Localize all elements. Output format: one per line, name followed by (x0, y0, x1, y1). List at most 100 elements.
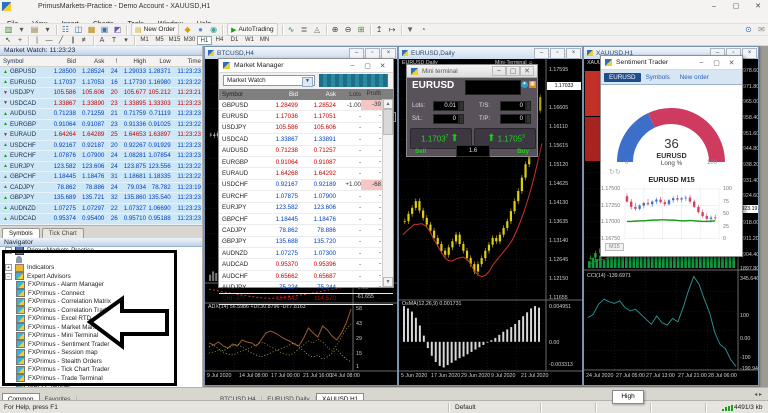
autotrading-button[interactable]: ▶AutoTrading (227, 23, 278, 36)
fibonacci-icon[interactable]: ≢ (79, 36, 91, 45)
mini-terminal-dialog[interactable]: Mini terminal –▢✕ EURUSD ✦ ▦ Lots:0.01T/… (406, 64, 538, 157)
indicator-list-icon[interactable]: ≣ (298, 24, 311, 35)
column-header-lots[interactable]: Lots (339, 91, 361, 98)
dialog-maximize-button[interactable]: ▢ (360, 62, 375, 70)
table-row-usdjpy[interactable]: USDJPY105.586105.606-- (219, 123, 393, 134)
table-row-audcad[interactable]: AUDCAD0.953700.95396-- (219, 259, 393, 270)
community-icon[interactable]: ● (194, 24, 207, 35)
table-row-usdchf[interactable]: ▲USDCHF0.921670.92187200.922670.9192911:… (0, 141, 202, 152)
navigator-item-account-server[interactable]: −PrimusMarkets-Practice (0, 247, 202, 256)
table-row-cadjpy[interactable]: ▲CADJPY78.86278.8862479.03478.78211:23:1… (0, 183, 202, 194)
table-row-eurusd[interactable]: ▲EURUSD1.170371.17053161.177301.1698011:… (0, 78, 202, 89)
scrollbar-thumb[interactable] (383, 109, 393, 135)
zoom-in-icon[interactable]: ⊕ (329, 24, 342, 35)
dialog-close-button[interactable]: ✕ (520, 66, 534, 76)
quantity-stepper[interactable] (526, 114, 531, 124)
objects-icon[interactable]: ◬ (311, 24, 324, 35)
market-manager-dialog[interactable]: Market Manager –▢✕ Market Watch ▼ Symbol… (218, 58, 394, 288)
column-header-ask[interactable]: Ask (301, 91, 339, 98)
field-input-lots[interactable]: 0.01 (433, 101, 459, 111)
navigator-item-fxprimus-correlation-matrix[interactable]: FXPrimus - Correlation Matrix (0, 298, 202, 307)
profiles-dropdown-icon[interactable]: ▾ (41, 24, 54, 35)
field-input-ts[interactable]: 0 (500, 101, 526, 111)
navigator-item-fxprimus-session-map[interactable]: FXPrimus - Session map (0, 349, 202, 358)
quantity-stepper[interactable] (459, 114, 464, 124)
tab-symbols[interactable]: Symbols (2, 228, 40, 238)
table-row-audnzd[interactable]: ▲AUDNZD1.072751.07297221.073271.0669011:… (0, 204, 202, 215)
mini-terminal-titlebar[interactable]: Mini terminal –▢✕ (407, 65, 537, 78)
table-row-eurgbp[interactable]: EURGBP0.910640.91087-- (219, 157, 393, 168)
column-header-bid[interactable]: Bid (48, 58, 76, 65)
navigator-item-fxprimus-tick-chart-trader[interactable]: FXPrimus - Tick Chart Trader (0, 366, 202, 375)
collapse-icon[interactable]: − (5, 247, 12, 254)
horizontal-line-icon[interactable]: — (43, 36, 55, 45)
navigator-item-fxprimus-stealth-orders[interactable]: FXPrimus - Stealth Orders (0, 357, 202, 366)
market-icon[interactable]: ◉ (207, 24, 220, 35)
child-restore-button[interactable]: ▫ (550, 48, 565, 59)
table-row-gbpchf[interactable]: GBPCHF1.184451.18476-- (219, 214, 393, 225)
label-icon[interactable]: T (108, 36, 120, 45)
field-input-tp[interactable]: 0 (500, 114, 526, 124)
table-row-euraud[interactable]: EURAUD1.642681.64292-- (219, 168, 393, 179)
table-row-audjpy[interactable]: AUDJPY75.22475.244-- (219, 282, 393, 293)
chart-shift-icon[interactable]: ↦ (386, 24, 399, 35)
chat-icon[interactable]: ✉ (755, 24, 768, 35)
scroll-down-icon[interactable]: ▼ (383, 277, 393, 287)
table-row-gbpjpy[interactable]: GBPJPY135.688135.720-- (219, 237, 393, 248)
child-close-button[interactable]: × (742, 48, 757, 59)
data-window-icon[interactable]: ◫ (72, 24, 85, 35)
navigator-item-indicators[interactable]: +Indicators (0, 264, 202, 273)
navigator-item-fxprimus-correlation-trader[interactable]: FXPrimus - Correlation Trader (0, 306, 202, 315)
column-header-spread[interactable]: ! (104, 58, 117, 65)
table-row-chfjpy[interactable]: CHFJPY114.543114.570-- (219, 294, 393, 305)
minimize-button[interactable]: – (704, 1, 724, 12)
column-header-symbol[interactable]: Symbol (219, 91, 263, 98)
gear-icon[interactable]: ✦ (521, 81, 528, 88)
table-row-cadjpy[interactable]: CADJPY78.86278.886-- (219, 225, 393, 236)
new-chart-dropdown-icon[interactable]: ▾ (15, 24, 28, 35)
profiles-icon[interactable]: ▤ (28, 24, 41, 35)
sentiment-trader-titlebar[interactable]: Sentiment Trader –▢✕ (601, 56, 742, 70)
tab-symbols[interactable]: Symbols (641, 73, 675, 82)
timeframe-button-m5[interactable]: M5 (152, 36, 167, 45)
table-row-gbpusd[interactable]: ▲GBPUSD1.285001.28524241.290331.2837111:… (0, 67, 202, 78)
column-header-symbol[interactable]: Symbol (0, 58, 48, 65)
vertical-line-icon[interactable]: | (31, 36, 43, 45)
dialog-maximize-button[interactable]: ▢ (506, 66, 520, 76)
table-row-usdcad[interactable]: ▼USDCAD1.338671.33890231.338951.3330311:… (0, 99, 202, 110)
table-row-gbpjpy[interactable]: ▲GBPJPY135.689135.72132135.860135.54011:… (0, 193, 202, 204)
cursor-icon[interactable]: ↖ (2, 36, 14, 45)
table-row-usdcad[interactable]: USDCAD1.338671.33891-- (219, 134, 393, 145)
table-row-eurgbp[interactable]: ▲EURGBP0.910640.91087230.913360.9102511:… (0, 120, 202, 131)
table-row-usdjpy[interactable]: ▼USDJPY105.586105.60620105.677105.21211:… (0, 88, 202, 99)
dialog-close-button[interactable]: ✕ (375, 62, 390, 70)
column-header-ask[interactable]: Ask (76, 58, 104, 65)
table-row-eurusd[interactable]: EURUSD1.170361.17051-- (219, 111, 393, 122)
tab-scroll-icons[interactable]: ◂ ▸ (754, 391, 762, 398)
market-watch-column-header[interactable]: SymbolBidAsk!HighLowTime (0, 56, 202, 67)
market-watch-icon[interactable]: ☷ (59, 24, 72, 35)
navigator-item-account[interactable] (0, 255, 202, 264)
table-row-audnzd[interactable]: AUDNZD1.072751.07300-- (219, 248, 393, 259)
shapes-dropdown-icon[interactable]: ▾ (120, 36, 132, 45)
dialog-close-button[interactable]: ✕ (724, 59, 739, 67)
sentiment-trader-dialog[interactable]: Sentiment Trader –▢✕ EURUSDSymbolsNew or… (600, 55, 743, 257)
chevron-down-icon[interactable]: ▼ (302, 77, 313, 87)
navigator-icon[interactable]: ▦ (85, 24, 98, 35)
timeframe-button-m15[interactable]: M15 (167, 36, 182, 45)
navigator-item-fxprimus-sentiment-trader[interactable]: FXPrimus - Sentiment Trader (0, 340, 202, 349)
table-row-usdchf[interactable]: USDCHF0.921670.92189+1.00-68 (219, 180, 393, 191)
watchlist-select[interactable]: Market Watch ▼ (223, 75, 315, 86)
timeframe-button-mn[interactable]: MN (257, 36, 272, 45)
dialog-minimize-button[interactable]: – (345, 62, 360, 70)
column-header-profit[interactable]: Profit (361, 89, 383, 100)
table-row-audusd[interactable]: ▲AUDUSD0.712380.71259210.717590.7111911:… (0, 109, 202, 120)
table-row-eurchf[interactable]: ▲EURCHF1.078761.07900241.082811.0785411:… (0, 151, 202, 162)
dialog-maximize-button[interactable]: ▢ (709, 59, 724, 67)
terminal-icon[interactable]: ▣ (98, 24, 111, 35)
timeframe-button-h1[interactable]: H1 (197, 36, 212, 45)
table-row-euraud[interactable]: ▼EURAUD1.642641.64289251.646531.6389711:… (0, 130, 202, 141)
child-close-button[interactable]: × (566, 48, 581, 59)
child-minimize-button[interactable]: – (534, 48, 549, 59)
auto-scroll-icon[interactable]: ↥ (373, 24, 386, 35)
